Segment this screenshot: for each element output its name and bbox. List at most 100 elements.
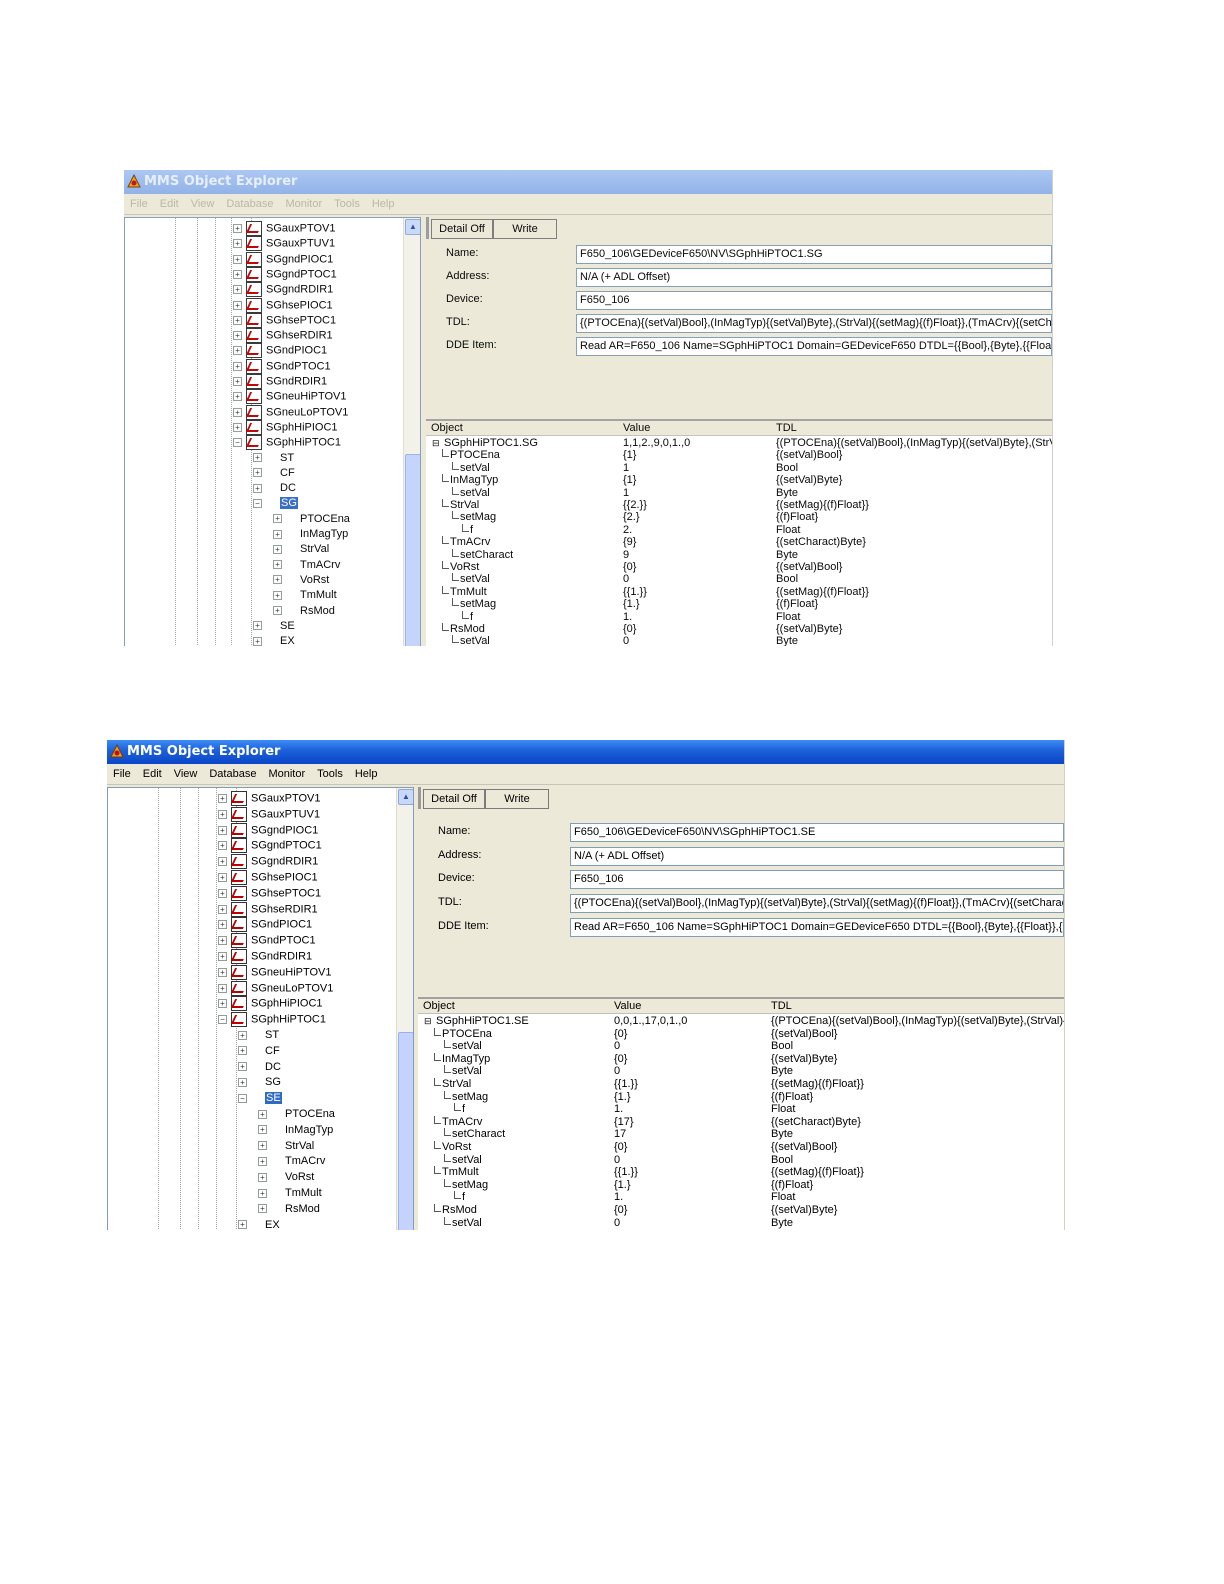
- expand-icon[interactable]: +: [253, 621, 262, 631]
- expand-icon[interactable]: +: [258, 1125, 267, 1135]
- field-address-value[interactable]: N/A (+ ADL Offset): [576, 268, 1052, 287]
- expand-icon[interactable]: +: [218, 873, 227, 882]
- grid-row[interactable]: setMag {1.} {(f)Float}: [418, 1178, 1064, 1191]
- grid-row[interactable]: ⊟ SGphHiPTOC1.SG 1,1,2.,9,0,1.,0 {(PTOCEna)…: [426, 437, 1052, 449]
- menu-database[interactable]: Database: [203, 764, 262, 784]
- tree-node[interactable]: − SGphHiPTOC1: [233, 435, 341, 451]
- tree-node[interactable]: + SGgndPTOC1: [218, 838, 322, 854]
- tree-node[interactable]: + SGhsePIOC1: [233, 297, 333, 313]
- menu-view[interactable]: View: [168, 764, 204, 784]
- expand-icon[interactable]: +: [273, 590, 282, 600]
- tree-node[interactable]: + SGndPIOC1: [233, 343, 327, 359]
- tree-grandchild[interactable]: + VoRst: [273, 573, 329, 588]
- expand-icon[interactable]: +: [218, 794, 227, 803]
- tree-node[interactable]: + SGneuHiPTOV1: [233, 389, 347, 405]
- expand-icon[interactable]: +: [273, 514, 282, 524]
- grid-row[interactable]: RsMod {0} {(setVal)Byte}: [418, 1204, 1064, 1216]
- expand-icon[interactable]: +: [273, 575, 282, 585]
- scroll-up-arrow-icon[interactable]: ▲: [398, 789, 413, 805]
- grid-row[interactable]: setVal 0 Bool: [418, 1153, 1064, 1166]
- tree-child-ex[interactable]: + EX: [253, 634, 295, 646]
- expand-icon[interactable]: +: [273, 606, 282, 616]
- tree-node[interactable]: + SGhsePTOC1: [233, 312, 336, 328]
- menu-file[interactable]: File: [124, 194, 154, 214]
- expand-icon[interactable]: +: [218, 952, 227, 961]
- tree-child-st[interactable]: + ST: [238, 1028, 279, 1043]
- expand-icon[interactable]: +: [258, 1141, 267, 1151]
- expand-icon[interactable]: +: [258, 1204, 267, 1214]
- object-tree[interactable]: ▲ + SGauxPTOV1 + SGauxPTUV1 + SGgndPIOC1 + SGgnd…: [107, 787, 414, 1230]
- expand-icon[interactable]: +: [238, 1046, 247, 1056]
- grid-row[interactable]: RsMod {0} {(setVal)Byte}: [426, 623, 1052, 635]
- tree-child-ex[interactable]: + EX: [238, 1218, 280, 1230]
- expand-icon[interactable]: +: [218, 904, 227, 914]
- expand-icon[interactable]: +: [218, 967, 227, 977]
- tree-node[interactable]: + SGphHiPIOC1: [233, 419, 338, 435]
- tree-node[interactable]: + SGndPTOC1: [233, 358, 331, 374]
- expand-icon[interactable]: +: [253, 483, 262, 493]
- scroll-thumb[interactable]: [398, 1032, 413, 1230]
- collapse-icon[interactable]: −: [238, 1093, 247, 1103]
- tree-grandchild[interactable]: + StrVal: [258, 1139, 314, 1154]
- menu-help[interactable]: Help: [349, 764, 384, 784]
- field-tdl-value[interactable]: {(PTOCEna){(setVal)Bool},(InMagTyp){(set…: [576, 314, 1052, 333]
- tree-node[interactable]: + SGgndRDIR1: [233, 282, 333, 298]
- field-ddeitem-value[interactable]: Read AR=F650_106 Name=SGphHiPTOC1 Domain…: [570, 917, 1064, 937]
- expand-icon[interactable]: +: [218, 809, 227, 819]
- expand-icon[interactable]: +: [253, 636, 262, 646]
- tree-grandchild[interactable]: + TmMult: [258, 1186, 322, 1201]
- tree-grandchild[interactable]: + TmACrv: [273, 558, 340, 573]
- field-device-value[interactable]: F650_106: [576, 291, 1052, 310]
- object-value-grid[interactable]: Object Value TDL ⊟ SGphHiPTOC1.SG 1,1,2.,9,0,…: [426, 419, 1052, 646]
- menu-tools[interactable]: Tools: [311, 764, 349, 784]
- tree-child-dc[interactable]: + DC: [253, 481, 296, 496]
- tree-node[interactable]: + SGauxPTUV1: [218, 806, 320, 822]
- object-value-grid[interactable]: Object Value TDL ⊟ SGphHiPTOC1.SE 0,0,1.,17,0…: [418, 997, 1064, 1230]
- tree-node[interactable]: + SGgndRDIR1: [218, 854, 318, 870]
- column-header-tdl[interactable]: TDL: [776, 421, 797, 435]
- collapse-icon[interactable]: −: [253, 498, 262, 508]
- detail-off-button[interactable]: Detail Off: [431, 219, 493, 239]
- tree-node[interactable]: + SGhsePTOC1: [218, 885, 321, 901]
- tree-node[interactable]: + SGneuLoPTOV1: [233, 404, 348, 420]
- tree-node[interactable]: + SGhseRDIR1: [233, 328, 333, 344]
- expand-icon[interactable]: +: [238, 1077, 247, 1087]
- tree-child-cf[interactable]: + CF: [253, 466, 295, 481]
- column-header-object[interactable]: Object: [423, 999, 455, 1013]
- tree-node[interactable]: + SGndRDIR1: [218, 949, 312, 964]
- expand-icon[interactable]: +: [218, 888, 227, 898]
- tree-grandchild[interactable]: + RsMod: [273, 604, 335, 619]
- collapse-icon[interactable]: −: [233, 438, 242, 448]
- tree-scrollbar[interactable]: ▲: [396, 788, 413, 1230]
- expand-icon[interactable]: +: [238, 1220, 247, 1230]
- expand-icon[interactable]: +: [233, 392, 242, 402]
- expand-icon[interactable]: +: [253, 453, 262, 463]
- tree-child-st[interactable]: + ST: [253, 451, 294, 466]
- tree-node[interactable]: + SGgndPIOC1: [218, 822, 318, 838]
- grid-row[interactable]: StrVal {{2.}} {(setMag){(f)Float}}: [426, 499, 1052, 511]
- expand-icon[interactable]: +: [233, 422, 242, 432]
- tree-grandchild[interactable]: + TmACrv: [258, 1154, 325, 1169]
- expand-icon[interactable]: +: [233, 331, 242, 341]
- tree-node[interactable]: + SGphHiPIOC1: [218, 996, 323, 1012]
- expand-icon[interactable]: +: [233, 224, 242, 233]
- expand-icon[interactable]: +: [258, 1172, 267, 1182]
- grid-row[interactable]: f 1. Float: [418, 1191, 1064, 1203]
- tree-node[interactable]: + SGneuLoPTOV1: [218, 980, 333, 996]
- expand-icon[interactable]: +: [233, 254, 242, 264]
- tree-child-sg[interactable]: + SG: [238, 1075, 281, 1090]
- grid-row[interactable]: setMag {2.} {(f)Float}: [426, 511, 1052, 523]
- expand-icon[interactable]: +: [218, 999, 227, 1009]
- tree-grandchild[interactable]: + RsMod: [258, 1202, 320, 1217]
- grid-row[interactable]: setVal 1 Byte: [426, 486, 1052, 499]
- column-header-value[interactable]: Value: [623, 421, 650, 435]
- expand-icon[interactable]: +: [233, 377, 242, 386]
- tree-child-se[interactable]: − SE: [238, 1091, 282, 1106]
- tree-node[interactable]: − SGphHiPTOC1: [218, 1012, 326, 1028]
- column-header-object[interactable]: Object: [431, 421, 463, 435]
- expand-icon[interactable]: +: [233, 407, 242, 417]
- grid-row[interactable]: TmACrv {9} {(setCharact)Byte}: [426, 536, 1052, 548]
- tree-node[interactable]: + SGndPTOC1: [218, 933, 316, 949]
- detail-off-button[interactable]: Detail Off: [423, 789, 485, 809]
- grid-row[interactable]: StrVal {{1.}} {(setMag){(f)Float}}: [418, 1078, 1064, 1090]
